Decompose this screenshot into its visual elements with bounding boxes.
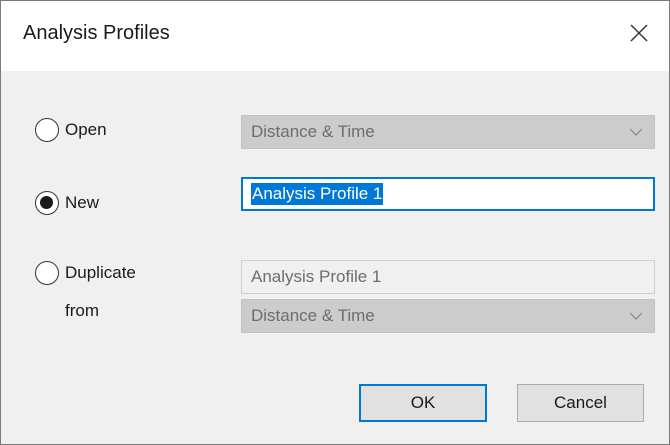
new-profile-name-value: Analysis Profile 1 [251, 183, 384, 205]
duplicate-label-from: from [65, 301, 99, 320]
new-label: New [65, 193, 100, 212]
duplicate-dropdown-value: Distance & Time [251, 306, 375, 325]
duplicate-label: Duplicate [65, 263, 136, 282]
chevron-down-icon [629, 312, 643, 320]
analysis-profiles-dialog: Analysis Profiles Open Distance & Time N… [0, 0, 670, 445]
dialog-title: Analysis Profiles [23, 22, 170, 44]
new-radio[interactable] [35, 191, 59, 215]
open-profile-dropdown[interactable]: Distance & Time [241, 115, 655, 149]
ok-button[interactable]: OK [359, 384, 487, 422]
duplicate-radio-option[interactable]: Duplicate [35, 261, 136, 285]
chevron-down-icon [629, 128, 643, 136]
cancel-button[interactable]: Cancel [517, 384, 644, 422]
duplicate-source-dropdown[interactable]: Distance & Time [241, 299, 655, 333]
open-radio-option[interactable]: Open [35, 118, 107, 142]
duplicate-profile-name-input[interactable]: Analysis Profile 1 [241, 260, 655, 294]
open-label: Open [65, 120, 107, 139]
new-radio-option[interactable]: New [35, 191, 99, 215]
open-radio[interactable] [35, 118, 59, 142]
open-dropdown-value: Distance & Time [251, 122, 375, 141]
duplicate-radio[interactable] [35, 261, 59, 285]
close-button[interactable] [617, 11, 661, 55]
new-profile-name-input[interactable]: Analysis Profile 1 [241, 177, 655, 211]
duplicate-name-value: Analysis Profile 1 [251, 267, 382, 286]
title-bar: Analysis Profiles [1, 1, 669, 71]
close-icon [630, 24, 648, 42]
